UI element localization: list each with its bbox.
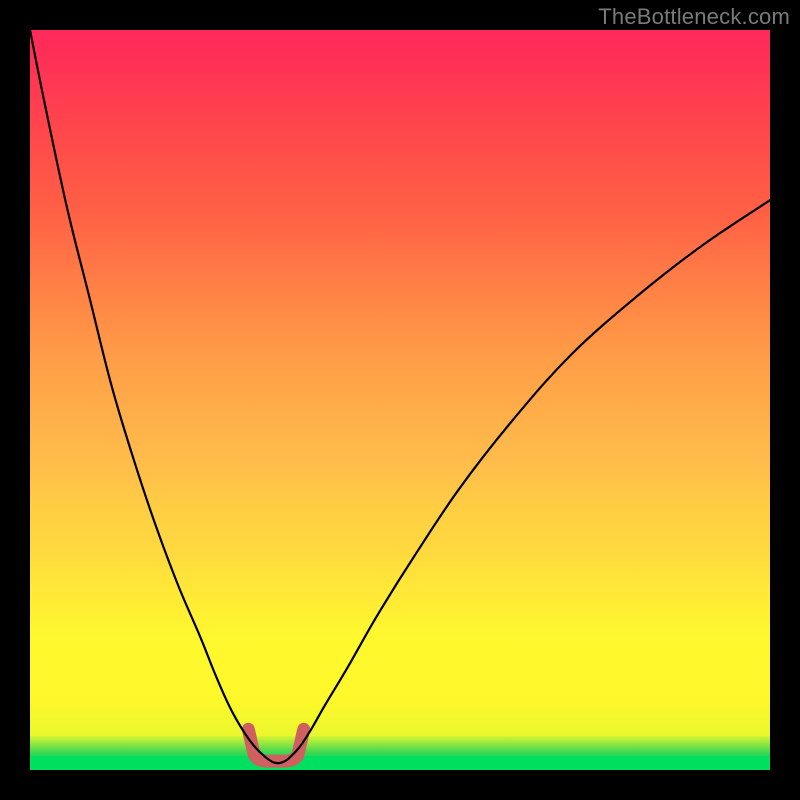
chart-frame: TheBottleneck.com xyxy=(0,0,800,800)
watermark-text: TheBottleneck.com xyxy=(598,4,790,30)
marker-u-shape xyxy=(248,729,303,761)
plot-area xyxy=(30,30,770,770)
curve-svg xyxy=(30,30,770,770)
bottleneck-curve xyxy=(30,30,770,763)
